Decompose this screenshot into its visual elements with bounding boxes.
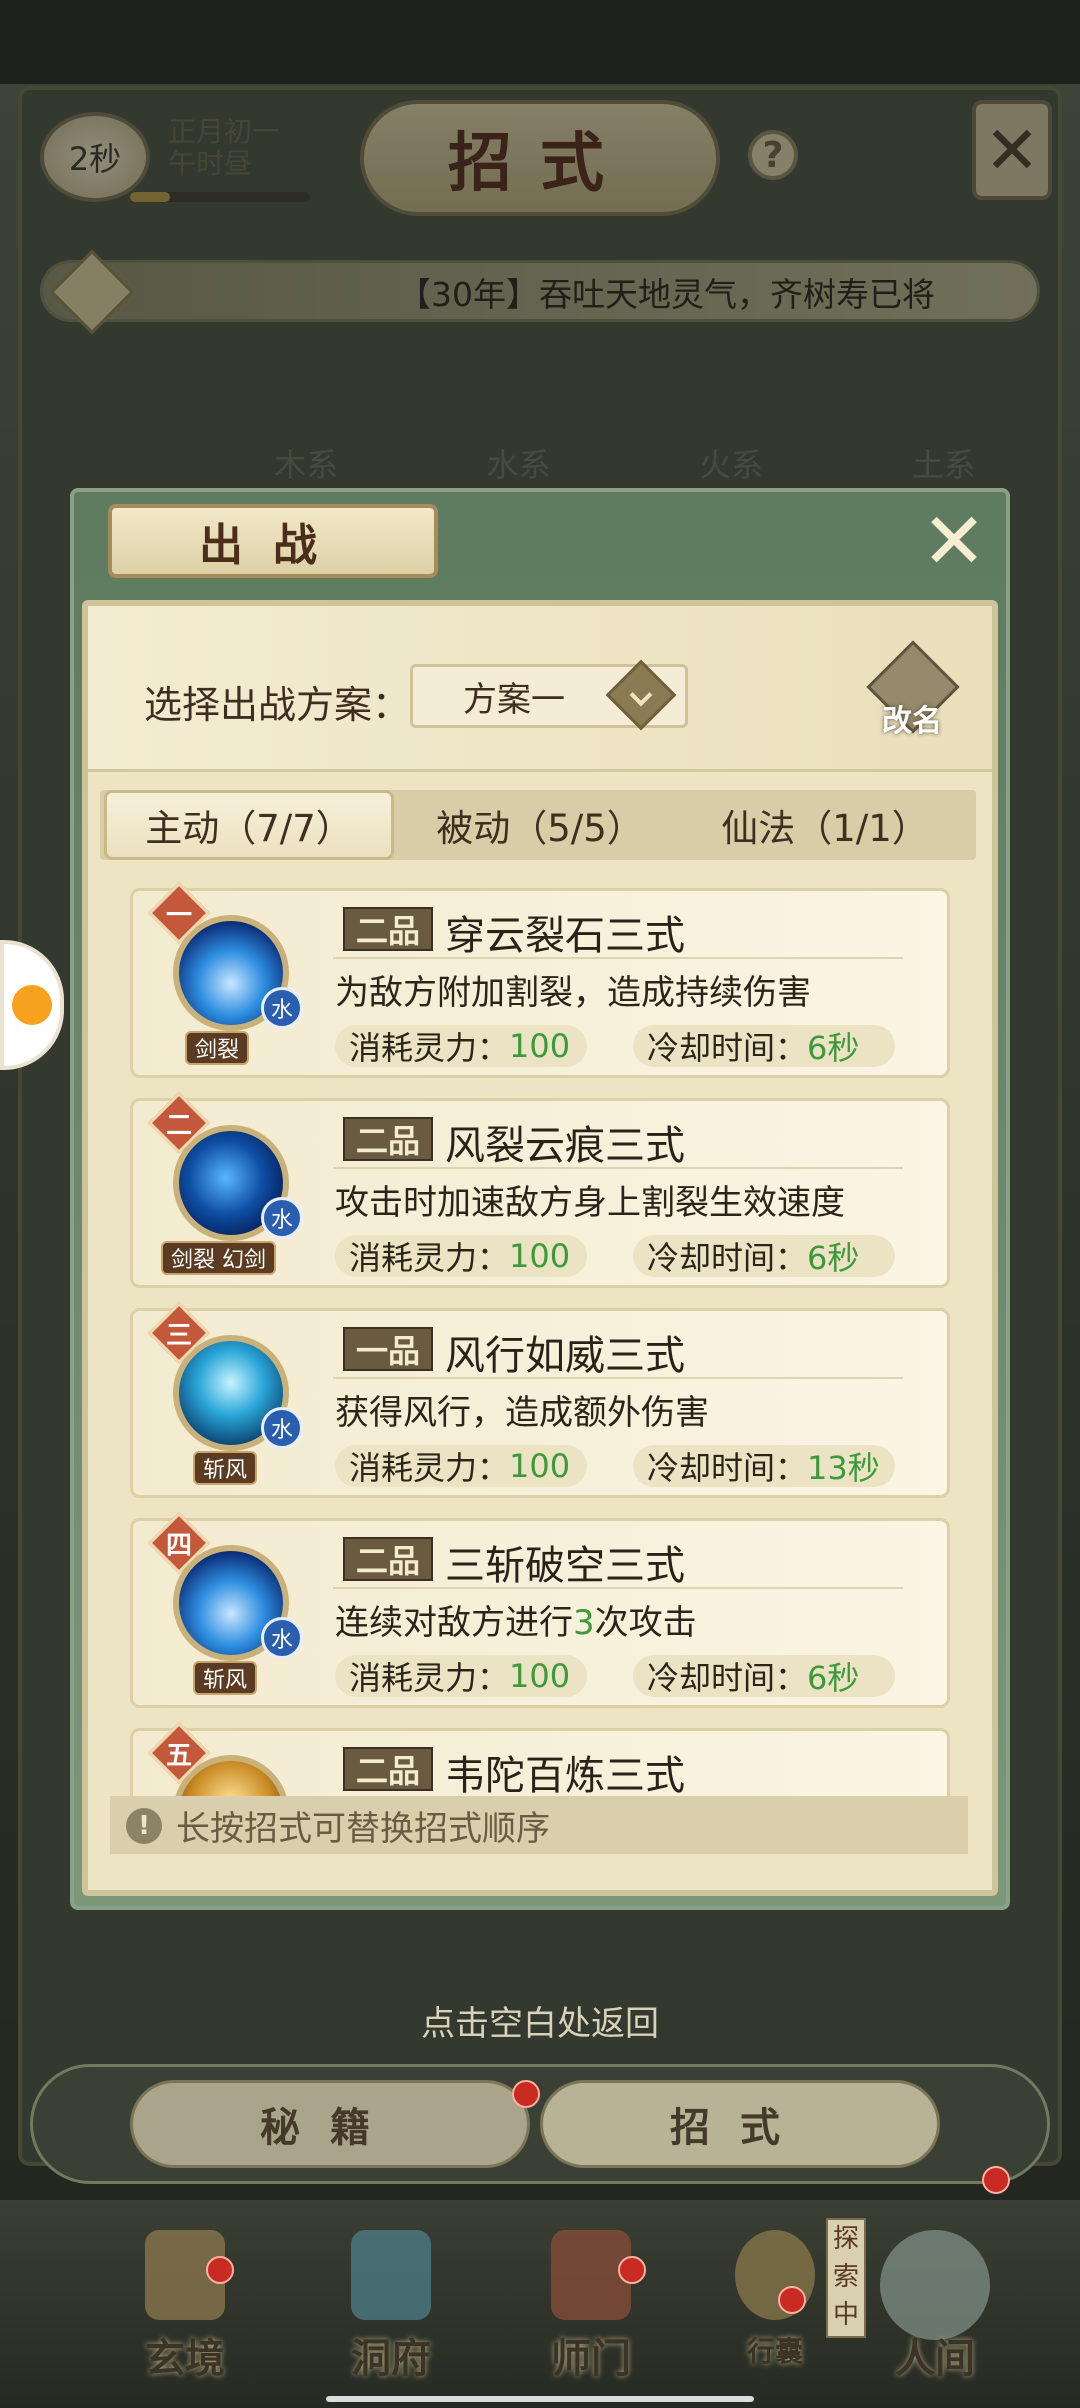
status-bar <box>0 0 1080 84</box>
tap-to-return-hint: 点击空白处返回 <box>421 2004 659 2044</box>
spirit-cost: 消耗灵力： 100 <box>335 1445 587 1487</box>
skill-grade: 一品 <box>343 1327 433 1371</box>
skill-tag: 剑裂 <box>185 1031 250 1065</box>
skill-tag: 斩风 <box>193 1661 258 1695</box>
gamepad-icon <box>12 985 52 1025</box>
water-element-icon: 水 <box>261 1617 303 1659</box>
tip-text: 长按招式可替换招式顺序 <box>176 1808 550 1849</box>
notification-dot <box>206 2256 234 2284</box>
spirit-cost: 消耗灵力： 100 <box>335 1655 587 1697</box>
notification-dot <box>512 2080 540 2108</box>
skill-name: 韦陀百炼三式 <box>445 1753 685 1799</box>
dialog-title: 出战 <box>108 504 438 578</box>
skill-card[interactable]: 水 剑裂 一 二品 穿云裂石三式 为敌方附加割裂，造成持续伤害 消耗灵力： 100… <box>130 881 950 1078</box>
skill-card[interactable]: 水 剑裂 幻剑 二 二品 风裂云痕三式 攻击时加速敌方身上割裂生效速度 消耗灵力… <box>130 1091 950 1288</box>
tab-active-skills[interactable]: 主动（7/7） <box>104 790 394 860</box>
skill-tag: 斩风 <box>193 1451 258 1485</box>
tab-secret-manuals[interactable]: 秘籍 <box>130 2080 530 2168</box>
notification-dot <box>618 2256 646 2284</box>
plan-label: 选择出战方案： <box>144 683 411 727</box>
rank-badge: 五 <box>147 1721 211 1785</box>
skill-name: 三斩破空三式 <box>445 1543 685 1589</box>
skill-card[interactable]: 五 二品 韦陀百炼三式 <box>130 1721 950 1800</box>
spirit-cost: 消耗灵力： 100 <box>335 1235 587 1277</box>
notification-dot <box>982 2166 1010 2194</box>
skill-description: 攻击时加速敌方身上割裂生效速度 <box>335 1183 845 1223</box>
plan-value: 方案一 <box>463 679 565 720</box>
skill-description: 连续对敌方进行3次攻击 <box>335 1603 697 1643</box>
skill-grade: 二品 <box>343 907 433 951</box>
nav-renjian[interactable]: 人间 <box>860 2220 1010 2390</box>
skill-grade: 二品 <box>343 1747 433 1791</box>
rank-badge: 一 <box>147 881 211 945</box>
cooldown: 冷却时间： 6秒 <box>633 1235 895 1277</box>
skill-grade: 二品 <box>343 1537 433 1581</box>
rank-badge: 二 <box>147 1091 211 1155</box>
skill-list[interactable]: 水 剑裂 一 二品 穿云裂石三式 为敌方附加割裂，造成持续伤害 消耗灵力： 100… <box>110 880 968 1800</box>
tab-passive-skills[interactable]: 被动（5/5） <box>400 790 680 860</box>
skill-description: 为敌方附加割裂，造成持续伤害 <box>335 973 811 1013</box>
spirit-cost: 消耗灵力： 100 <box>335 1025 587 1067</box>
cooldown: 冷却时间： 13秒 <box>633 1445 895 1487</box>
exclamation-icon: ! <box>126 1808 162 1844</box>
home-indicator[interactable] <box>326 2396 754 2402</box>
rename-button[interactable]: 改名 <box>864 644 960 740</box>
skill-name: 穿云裂石三式 <box>445 913 685 959</box>
dialog-close-button[interactable]: ✕ <box>916 497 992 587</box>
close-icon: ✕ <box>921 497 987 587</box>
nav-dongfu[interactable]: 洞府 <box>316 2220 466 2390</box>
world-mountain-icon <box>880 2230 990 2340</box>
nav-xuanjing[interactable]: 玄境 <box>110 2220 260 2390</box>
rank-badge: 四 <box>147 1511 211 1575</box>
tip-bar: 长按招式可替换招式顺序 <box>110 1796 968 1854</box>
tab-moves[interactable]: 招式 <box>540 2080 940 2168</box>
rank-badge: 三 <box>147 1301 211 1365</box>
skill-description: 获得风行，造成额外伤害 <box>335 1393 709 1433</box>
tab-spells[interactable]: 仙法（1/1） <box>680 790 970 860</box>
skill-grade: 二品 <box>343 1117 433 1161</box>
water-element-icon: 水 <box>261 987 303 1029</box>
skill-name: 风裂云痕三式 <box>445 1123 685 1169</box>
cooldown: 冷却时间： 6秒 <box>633 1655 895 1697</box>
exploring-badge: 探索中 <box>826 2218 866 2338</box>
cooldown: 冷却时间： 6秒 <box>633 1025 895 1067</box>
pavilion-icon <box>351 2230 431 2320</box>
notification-dot <box>778 2286 806 2314</box>
water-element-icon: 水 <box>261 1407 303 1449</box>
water-element-icon: 水 <box>261 1197 303 1239</box>
skill-card[interactable]: 水 斩风 三 一品 风行如威三式 获得风行，造成额外伤害 消耗灵力： 100 冷却… <box>130 1301 950 1498</box>
skill-name: 风行如威三式 <box>445 1333 685 1379</box>
skill-card[interactable]: 水 斩风 四 二品 三斩破空三式 连续对敌方进行3次攻击 消耗灵力： 100 冷却… <box>130 1511 950 1708</box>
nav-shimen[interactable]: 师门 <box>516 2220 666 2390</box>
skill-tag: 剑裂 幻剑 <box>161 1241 276 1275</box>
